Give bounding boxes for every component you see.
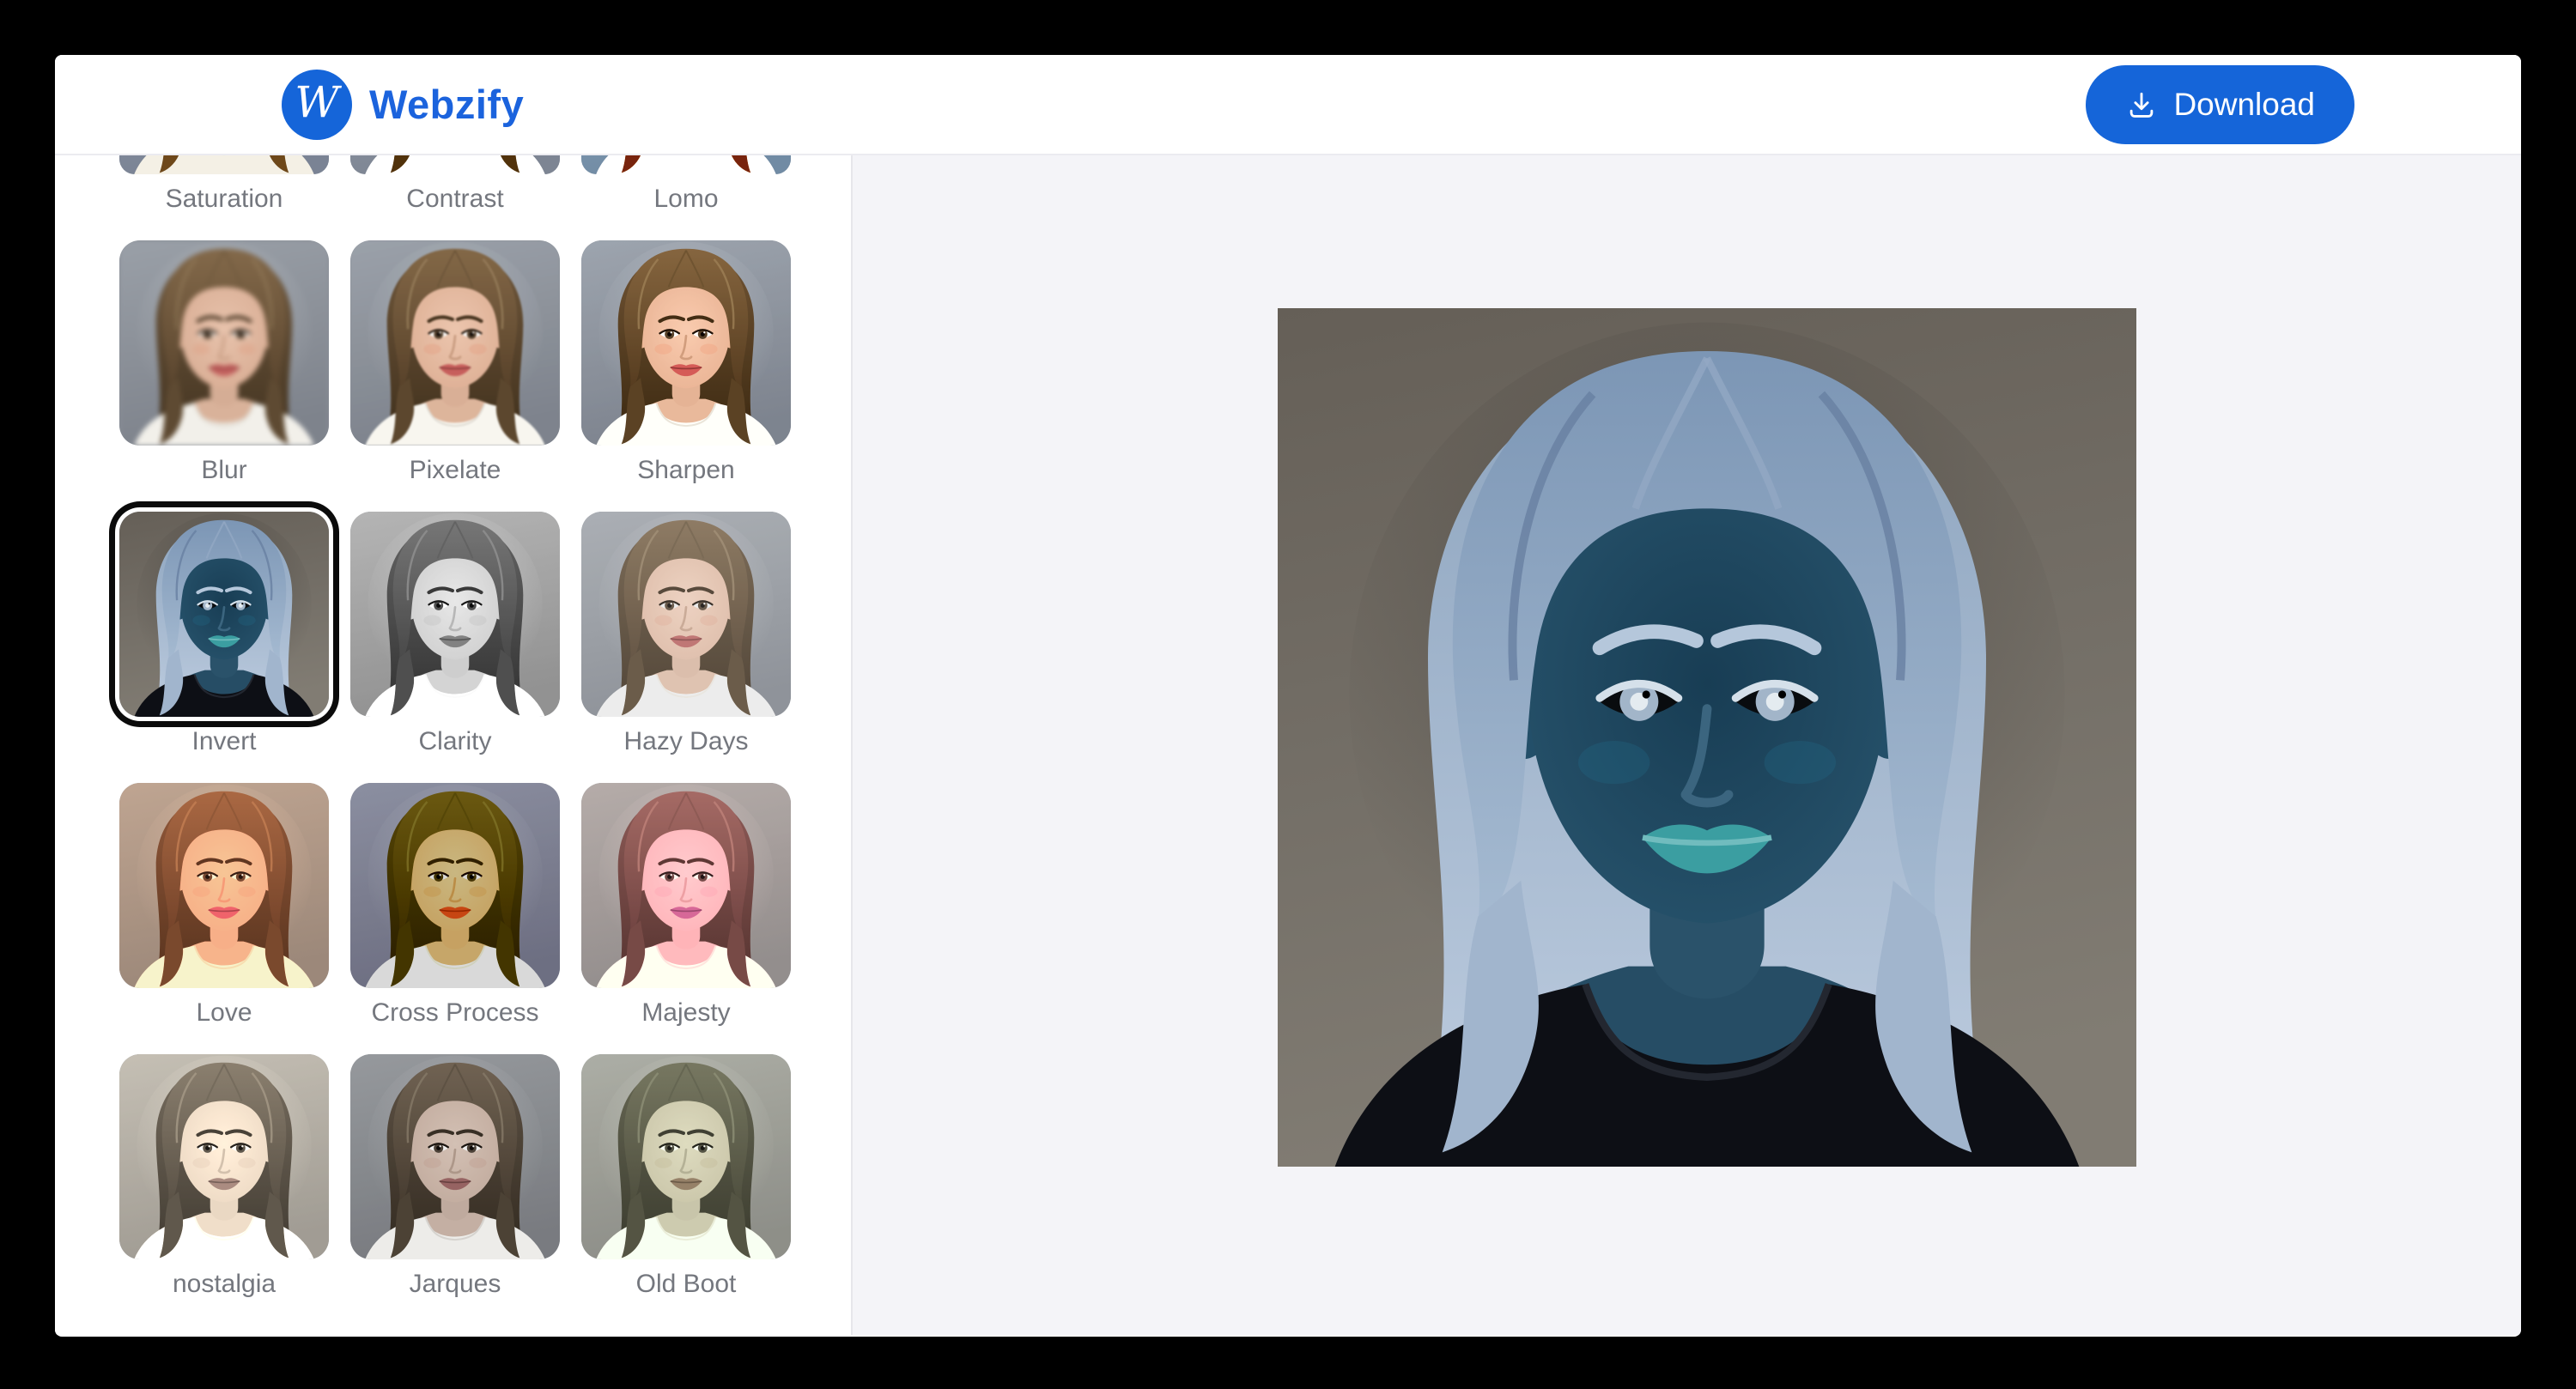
filter-thumbnail-cross-process[interactable] <box>350 783 560 988</box>
filter-label: Old Boot <box>635 1270 737 1298</box>
portrait-thumbnail-image <box>119 783 329 988</box>
filter-thumbnail-invert[interactable] <box>119 512 329 717</box>
filter-label: Contrast <box>406 185 504 213</box>
filter-label: Pixelate <box>409 456 501 484</box>
filter-item-pixelate: Pixelate <box>350 240 560 485</box>
filter-thumbnail-pixelate[interactable] <box>350 240 560 446</box>
portrait-thumbnail-image <box>350 512 560 717</box>
filter-label: Lomo <box>653 185 719 213</box>
filter-thumbnail-contrast[interactable] <box>350 155 560 174</box>
filter-item-hazy-days: Hazy Days <box>581 512 791 756</box>
filter-item-clarity: Clarity <box>350 512 560 756</box>
portrait-thumbnail-image <box>350 783 560 988</box>
app-body: Saturation Contrast Lomo Blur Pixelate S… <box>55 155 2521 1335</box>
app-header: W Webzify Download <box>55 55 2521 155</box>
preview-portrait <box>1278 308 2136 1167</box>
filter-thumbnail-blur[interactable] <box>119 240 329 446</box>
filter-label: Jarques <box>409 1270 501 1298</box>
filter-item-blur: Blur <box>119 240 329 485</box>
filter-item-contrast: Contrast <box>350 155 560 214</box>
brand-name: Webzify <box>369 82 525 127</box>
download-button[interactable]: Download <box>2086 64 2354 144</box>
filter-thumbnail-lomo[interactable] <box>581 155 791 174</box>
filter-thumbnail-sharpen[interactable] <box>581 240 791 446</box>
brand-logo-icon: W <box>282 69 352 140</box>
filter-label: Majesty <box>641 998 731 1027</box>
download-icon <box>2130 92 2154 118</box>
filter-label: Cross Process <box>371 998 539 1027</box>
filter-item-jarques: Jarques <box>350 1054 560 1299</box>
filter-label: nostalgia <box>172 1270 276 1298</box>
app-window: W Webzify Download Saturation Contrast L… <box>55 55 2521 1337</box>
filter-thumbnail-majesty[interactable] <box>581 783 791 988</box>
preview-pane <box>853 155 2521 1335</box>
preview-image <box>1278 308 2136 1167</box>
portrait-thumbnail-image <box>581 1054 791 1259</box>
filter-label: Invert <box>191 727 257 755</box>
portrait-thumbnail-image <box>119 155 329 174</box>
filter-thumbnail-hazy-days[interactable] <box>581 512 791 717</box>
filter-item-sharpen: Sharpen <box>581 240 791 485</box>
filter-item-cross-process: Cross Process <box>350 783 560 1028</box>
filter-label: Love <box>196 998 252 1027</box>
filter-thumbnail-nostalgia[interactable] <box>119 1054 329 1259</box>
filter-label: Blur <box>201 456 247 484</box>
filter-label: Saturation <box>165 185 283 213</box>
download-button-label: Download <box>2173 86 2315 122</box>
portrait-thumbnail-image <box>119 512 329 717</box>
brand: W Webzify <box>282 69 525 140</box>
filters-grid: Saturation Contrast Lomo Blur Pixelate S… <box>119 155 791 1299</box>
filter-label: Clarity <box>418 727 492 755</box>
filter-thumbnail-old-boot[interactable] <box>581 1054 791 1259</box>
filter-label: Sharpen <box>637 456 735 484</box>
filter-item-saturation: Saturation <box>119 155 329 214</box>
filter-thumbnail-clarity[interactable] <box>350 512 560 717</box>
filter-item-love: Love <box>119 783 329 1028</box>
filter-thumbnail-jarques[interactable] <box>350 1054 560 1259</box>
filter-thumbnail-love[interactable] <box>119 783 329 988</box>
filter-item-invert: Invert <box>119 512 329 756</box>
portrait-thumbnail-image <box>581 512 791 717</box>
portrait-thumbnail-image <box>581 783 791 988</box>
filter-item-majesty: Majesty <box>581 783 791 1028</box>
portrait-thumbnail-image <box>119 1054 329 1259</box>
portrait-thumbnail-image <box>350 240 560 446</box>
filter-thumbnail-saturation[interactable] <box>119 155 329 174</box>
portrait-thumbnail-image <box>581 240 791 446</box>
filter-label: Hazy Days <box>623 727 749 755</box>
filter-item-lomo: Lomo <box>581 155 791 214</box>
filter-item-old-boot: Old Boot <box>581 1054 791 1299</box>
filters-sidebar: Saturation Contrast Lomo Blur Pixelate S… <box>55 155 853 1335</box>
portrait-thumbnail-image <box>350 155 560 174</box>
portrait-thumbnail-image <box>581 155 791 174</box>
portrait-thumbnail-image <box>350 1054 560 1259</box>
filter-item-nostalgia: nostalgia <box>119 1054 329 1299</box>
portrait-thumbnail-image <box>119 240 329 446</box>
